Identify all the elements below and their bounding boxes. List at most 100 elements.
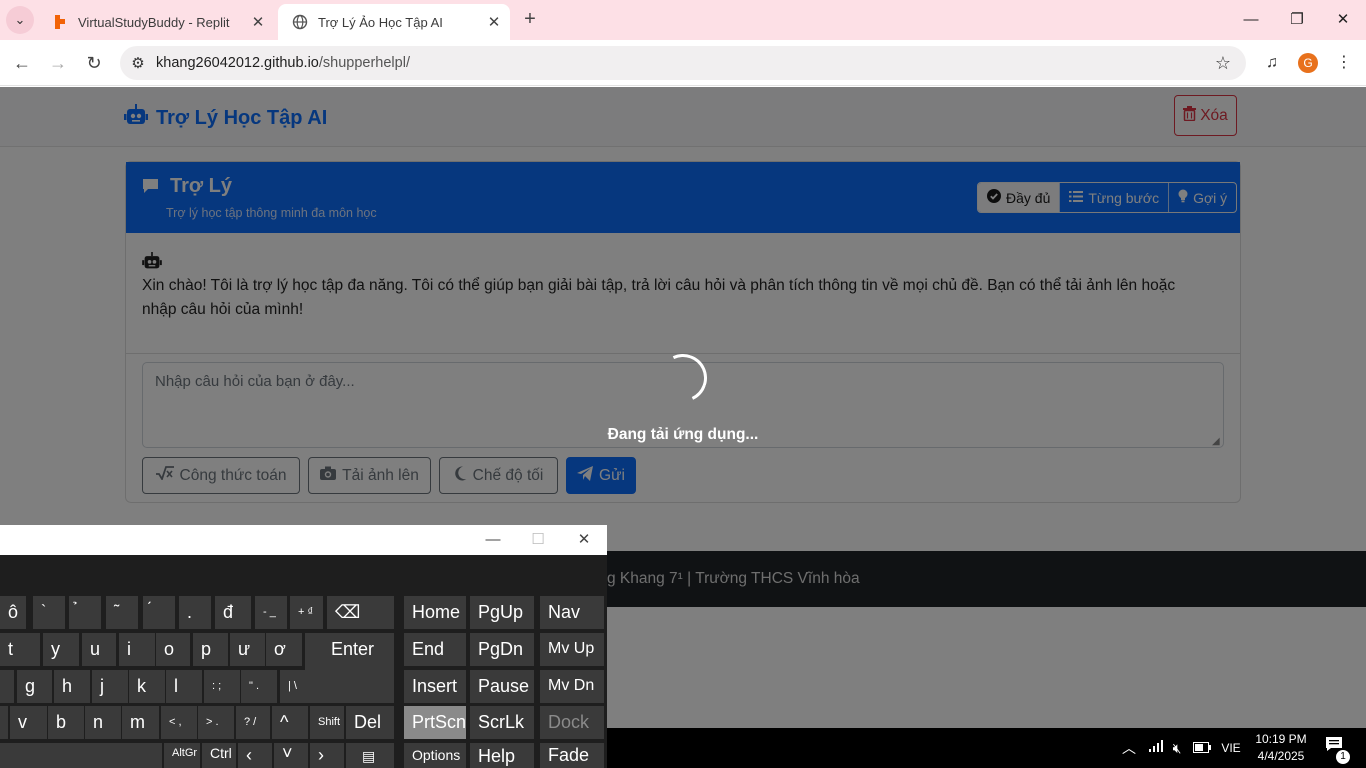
url-host: khang26042012.github.io [156, 55, 319, 71]
shift-key[interactable]: Shift [310, 706, 344, 739]
clock-time: 10:19 PM [1255, 732, 1307, 746]
help-key[interactable]: Help [470, 743, 534, 768]
key[interactable]: ô [0, 596, 26, 629]
site-settings-icon[interactable]: ⚙ [120, 54, 156, 72]
dock-key[interactable]: Dock [540, 706, 604, 739]
context-menu-key[interactable]: ▤ [346, 743, 394, 768]
tab-tro-ly-ao[interactable]: Trợ Lý Ảo Học Tập AI ✕ [278, 4, 510, 40]
profile-avatar[interactable]: G [1298, 53, 1318, 73]
bookmark-star-icon[interactable]: ☆ [1200, 53, 1246, 74]
key[interactable]: ̉ [69, 596, 101, 629]
key[interactable]: đ [215, 596, 251, 629]
media-controls-icon[interactable]: ♫ [1258, 50, 1286, 76]
down-arrow-key[interactable]: ˅ [274, 743, 308, 768]
move-down-key[interactable]: Mv Dn [540, 670, 604, 703]
key[interactable]: ́ [143, 596, 175, 629]
back-arrow-icon[interactable]: ← [7, 48, 37, 78]
key[interactable]: - _ [255, 596, 287, 629]
key[interactable]: b [48, 706, 84, 739]
move-up-key[interactable]: Mv Up [540, 633, 604, 666]
left-arrow-key[interactable]: ‹ [238, 743, 272, 768]
key[interactable]: : ; [204, 670, 240, 703]
forward-arrow-icon[interactable]: → [43, 48, 73, 78]
home-key[interactable]: Home [404, 596, 466, 629]
space-key[interactable] [0, 743, 162, 768]
clock-date: 4/4/2025 [1257, 749, 1305, 763]
key[interactable]: t [0, 633, 40, 666]
prtscn-key[interactable]: PrtScn [404, 706, 466, 739]
browser-menu-icon[interactable]: ⋮ [1330, 50, 1358, 76]
key[interactable]: h [54, 670, 90, 703]
caret-up-icon: ^ [280, 712, 289, 732]
key[interactable]: j [92, 670, 128, 703]
options-key[interactable]: Options [404, 743, 466, 768]
close-window-icon[interactable]: ✕ [1320, 0, 1366, 40]
scrlk-key[interactable]: ScrLk [470, 706, 534, 739]
key[interactable]: i [119, 633, 155, 666]
key[interactable]: + ₫ [290, 596, 323, 629]
tab-title: Trợ Lý Ảo Học Tập AI [318, 14, 443, 30]
backspace-key[interactable]: ⌫ [327, 596, 394, 629]
globe-favicon-icon [292, 14, 308, 30]
tab-search-chevron-icon[interactable]: ⌄ [6, 6, 34, 34]
url-path: /shupperhelpl/ [318, 55, 410, 71]
nav-key[interactable]: Nav [540, 596, 604, 629]
altgr-key[interactable]: AltGr [164, 743, 200, 768]
ctrl-key[interactable]: Ctrl [202, 743, 236, 768]
end-key[interactable]: End [404, 633, 466, 666]
taskbar-clock[interactable]: 10:19 PM 4/4/2025 [1252, 731, 1310, 765]
keyboard-title-bar[interactable] [0, 525, 607, 555]
key[interactable]: ư [230, 633, 265, 666]
insert-key[interactable]: Insert [404, 670, 466, 703]
key[interactable] [0, 670, 14, 703]
key[interactable]: g [17, 670, 52, 703]
keyboard-maximize-icon[interactable]: ☐ [518, 525, 558, 555]
key[interactable]: < , [161, 706, 197, 739]
volume-muted-icon[interactable]: 🔇︎ [1166, 736, 1188, 760]
key[interactable]: o [156, 633, 190, 666]
key[interactable] [0, 706, 8, 739]
up-arrow-key[interactable]: ^ [272, 706, 308, 739]
enter-key[interactable]: Enter [305, 633, 394, 703]
close-tab-icon[interactable]: ✕ [482, 13, 506, 31]
key[interactable]: | \ [280, 670, 316, 703]
key[interactable]: . [179, 596, 211, 629]
keyboard-minimize-icon[interactable]: — [473, 525, 513, 555]
key[interactable]: k [129, 670, 165, 703]
minimize-window-icon[interactable]: — [1228, 0, 1274, 40]
key[interactable]: p [193, 633, 228, 666]
fade-key[interactable]: Fade [540, 743, 604, 768]
key[interactable]: l [166, 670, 202, 703]
notification-count-badge: 1 [1336, 750, 1350, 764]
key[interactable]: u [82, 633, 116, 666]
key[interactable]: n [85, 706, 121, 739]
battery-icon[interactable] [1190, 736, 1214, 760]
input-language-indicator[interactable]: VIE [1216, 736, 1246, 760]
pgup-key[interactable]: PgUp [470, 596, 534, 629]
address-bar[interactable]: ⚙ khang26042012.github.io /shupperhelpl/… [120, 46, 1246, 80]
close-tab-icon[interactable]: ✕ [246, 13, 270, 31]
menu-key-icon: ▤ [362, 748, 376, 764]
pgdn-key[interactable]: PgDn [470, 633, 534, 666]
key[interactable]: ` [33, 596, 65, 629]
right-arrow-key[interactable]: › [310, 743, 344, 768]
keyboard-close-icon[interactable]: ✕ [564, 525, 604, 555]
key[interactable]: ơ [266, 633, 302, 666]
key[interactable]: y [43, 633, 79, 666]
pause-key[interactable]: Pause [470, 670, 534, 703]
loading-text: Đang tải ứng dụng... [607, 426, 759, 443]
key[interactable]: m [122, 706, 159, 739]
key[interactable]: v [10, 706, 47, 739]
del-key[interactable]: Del [346, 706, 394, 739]
key[interactable]: ? / [236, 706, 270, 739]
show-hidden-icons-chevron-icon[interactable]: ︿ [1118, 736, 1140, 760]
restore-window-icon[interactable]: ❐ [1274, 0, 1320, 40]
reload-icon[interactable]: ↻ [79, 48, 109, 78]
chevron-right-icon: › [318, 745, 324, 765]
new-tab-plus-icon[interactable]: + [518, 8, 542, 32]
key[interactable]: ̃ [106, 596, 138, 629]
tab-virtualstudybuddy[interactable]: VirtualStudyBuddy - Replit ✕ [38, 4, 274, 40]
network-icon[interactable] [1144, 736, 1166, 760]
key[interactable]: " . [241, 670, 277, 703]
key[interactable]: > . [198, 706, 234, 739]
